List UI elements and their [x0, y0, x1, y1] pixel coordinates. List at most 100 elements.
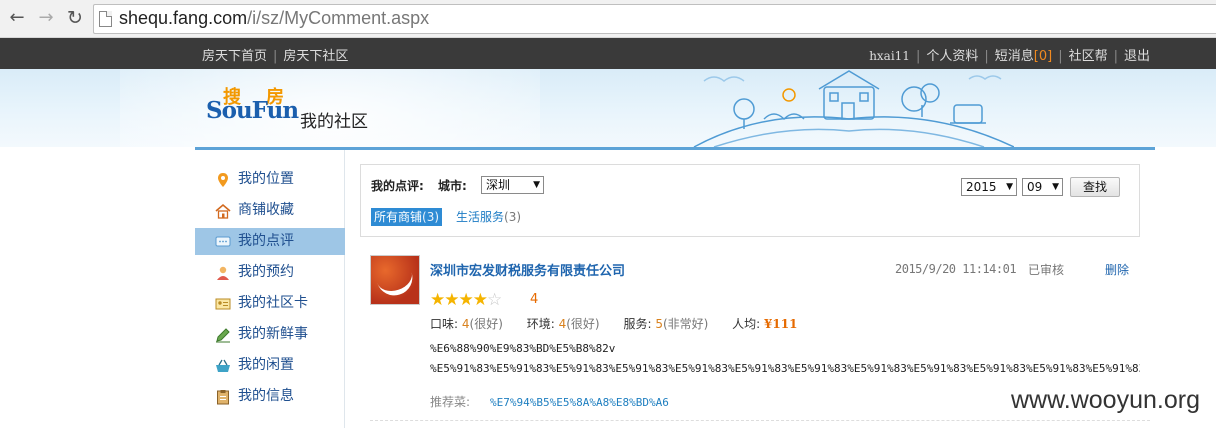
url-path: /i/sz/MyComment.aspx: [247, 8, 430, 28]
messages-label: 短消息: [994, 49, 1034, 64]
header-banner: 搜 房 SouFun 我的社区: [0, 69, 1216, 147]
sidebar-item-label: 我的信息: [238, 388, 294, 404]
person-icon: [217, 266, 229, 280]
watermark: www.wooyun.org: [1011, 386, 1200, 414]
year-select[interactable]: 2015 ▼: [961, 178, 1017, 196]
filter-panel: 我的点评: 城市: 深圳 ▼ 2015 ▼ 09 ▼ 查找 所有商铺(3) 生活服务(…: [360, 164, 1140, 237]
star-filled-icon: ★: [458, 290, 474, 310]
url-text[interactable]: shequ.fang.com/i/sz/MyComment.aspx: [119, 8, 429, 29]
page-title: 我的社区: [300, 112, 368, 132]
divider: |: [1113, 49, 1118, 64]
comment-icon: [215, 236, 231, 247]
review-date: 2015/9/20 11:14:01: [895, 262, 1017, 276]
tab-label: 生活服务: [456, 210, 505, 224]
community-link[interactable]: 房天下社区: [283, 49, 348, 64]
taste-label: 口味:: [430, 317, 459, 331]
my-reviews-label: 我的点评:: [371, 179, 424, 193]
sidebar-item-label: 我的闲置: [238, 357, 294, 373]
service-label: 服务:: [623, 317, 652, 331]
month-value: 09: [1027, 180, 1043, 194]
sidebar-item-label: 我的点评: [238, 233, 294, 249]
house-icon: [215, 203, 231, 219]
taste-value: 4: [461, 317, 470, 331]
sidebar-item-idle[interactable]: 我的闲置: [195, 352, 345, 379]
month-select[interactable]: 09 ▼: [1022, 178, 1063, 196]
city-value: 深圳: [486, 178, 511, 192]
page-icon: [99, 11, 112, 27]
env-desc: (很好): [566, 317, 600, 331]
tab-life-services[interactable]: 生活服务(3): [456, 208, 521, 226]
sidebar-item-label: 我的预约: [238, 264, 294, 280]
chevron-down-icon: ▼: [1006, 182, 1013, 192]
arrow-left-icon[interactable]: ←: [6, 7, 28, 29]
logout-link[interactable]: 退出: [1124, 49, 1150, 64]
recommend-value[interactable]: %E7%94%B5%E5%8A%A8%E8%BD%A6: [490, 396, 669, 409]
rating-breakdown: 口味: 4(很好) 环境: 4(很好) 服务: 5(非常好) 人均: ¥111: [430, 315, 797, 332]
sidebar-item-label: 我的新鲜事: [238, 326, 308, 342]
sidebar-item-news[interactable]: 我的新鲜事: [195, 321, 345, 348]
star-filled-icon: ★: [444, 290, 459, 310]
sidebar-item-label: 我的社区卡: [238, 295, 308, 311]
url-host: shequ.fang.com: [119, 8, 248, 28]
divider: |: [1058, 49, 1063, 64]
review-score: 4: [530, 292, 539, 307]
search-button[interactable]: 查找: [1070, 177, 1120, 197]
avg-price-label: 人均:: [732, 317, 761, 331]
city-select[interactable]: 深圳 ▼: [481, 176, 544, 194]
arrow-right-icon[interactable]: →: [35, 7, 57, 29]
browser-toolbar: ← → ↻ shequ.fang.com/i/sz/MyComment.aspx: [0, 0, 1216, 38]
tab-label: 所有商铺: [374, 210, 423, 224]
profile-link[interactable]: 个人资料: [926, 49, 978, 64]
star-filled-icon: ★: [430, 290, 445, 310]
recommended-dish: 推荐菜: %E7%94%B5%E5%8A%A8%E8%BD%A6: [430, 393, 669, 410]
star-rating: ★★★★☆: [430, 290, 502, 310]
reload-icon[interactable]: ↻: [64, 7, 86, 29]
messages-link[interactable]: 短消息[0]: [995, 49, 1052, 64]
basket-icon: [216, 359, 230, 372]
taste-desc: (很好): [469, 317, 503, 331]
review-status: 已审核: [1028, 263, 1065, 277]
divider: [370, 420, 1150, 421]
sidebar-item-appointments[interactable]: 我的预约: [195, 259, 345, 286]
env-label: 环境:: [526, 317, 555, 331]
home-link[interactable]: 房天下首页: [202, 49, 267, 64]
service-desc: (非常好): [662, 317, 709, 331]
address-bar[interactable]: shequ.fang.com/i/sz/MyComment.aspx: [93, 4, 1216, 34]
sidebar-item-community-card[interactable]: 我的社区卡: [195, 290, 345, 317]
review-text-line: %E5%91%83%E5%91%83%E5%91%83%E5%91%83%E5%…: [430, 362, 1140, 375]
shop-name-link[interactable]: 深圳市宏发财税服务有限责任公司: [430, 260, 625, 279]
site-topbar: 房天下首页 | 房天下社区 hxai11 | 个人资料 | 短消息[0] | 社区帮 | 退出: [0, 38, 1216, 69]
star-filled-icon: ★: [472, 290, 488, 310]
divider: |: [915, 49, 921, 64]
pencil-icon: [216, 328, 230, 343]
id-card-icon: [215, 298, 231, 310]
sidebar-item-location[interactable]: 我的位置: [195, 166, 345, 193]
sidebar-item-reviews[interactable]: 我的点评: [195, 228, 345, 255]
town-illustration-icon: [693, 70, 1014, 147]
divider: |: [273, 49, 278, 64]
topnav-right: hxai11 | 个人资料 | 短消息[0] | 社区帮 | 退出: [869, 45, 1150, 64]
sidebar: 我的位置 商铺收藏 我的点评 我的预约 我的社区卡 我的新鲜事 我的闲置 我的信…: [195, 150, 345, 428]
recommend-label: 推荐菜:: [430, 395, 471, 409]
avg-price-value: ¥111: [764, 317, 798, 331]
tab-count: (3): [422, 210, 440, 224]
sidebar-item-info[interactable]: 我的信息: [195, 383, 345, 410]
topnav-left: 房天下首页 | 房天下社区: [202, 45, 348, 64]
city-label: 城市:: [438, 179, 467, 193]
star-empty-icon: ☆: [487, 290, 502, 310]
tab-all-shops[interactable]: 所有商铺(3): [371, 208, 443, 226]
location-pin-icon: [218, 173, 228, 187]
soufun-logo[interactable]: 搜 房 SouFun: [206, 87, 299, 131]
delete-link[interactable]: 删除: [1105, 261, 1129, 278]
username-link[interactable]: hxai11: [869, 49, 910, 63]
message-count: [0]: [1033, 49, 1053, 64]
help-link[interactable]: 社区帮: [1069, 49, 1108, 64]
shop-thumbnail[interactable]: [370, 255, 420, 305]
service-value: 5: [655, 317, 663, 331]
sidebar-item-favorites[interactable]: 商铺收藏: [195, 197, 345, 224]
tab-count: (3): [504, 210, 522, 224]
year-value: 2015: [966, 180, 997, 194]
sidebar-item-label: 我的位置: [238, 171, 294, 187]
chevron-down-icon: ▼: [1052, 182, 1059, 192]
divider: |: [984, 49, 989, 64]
